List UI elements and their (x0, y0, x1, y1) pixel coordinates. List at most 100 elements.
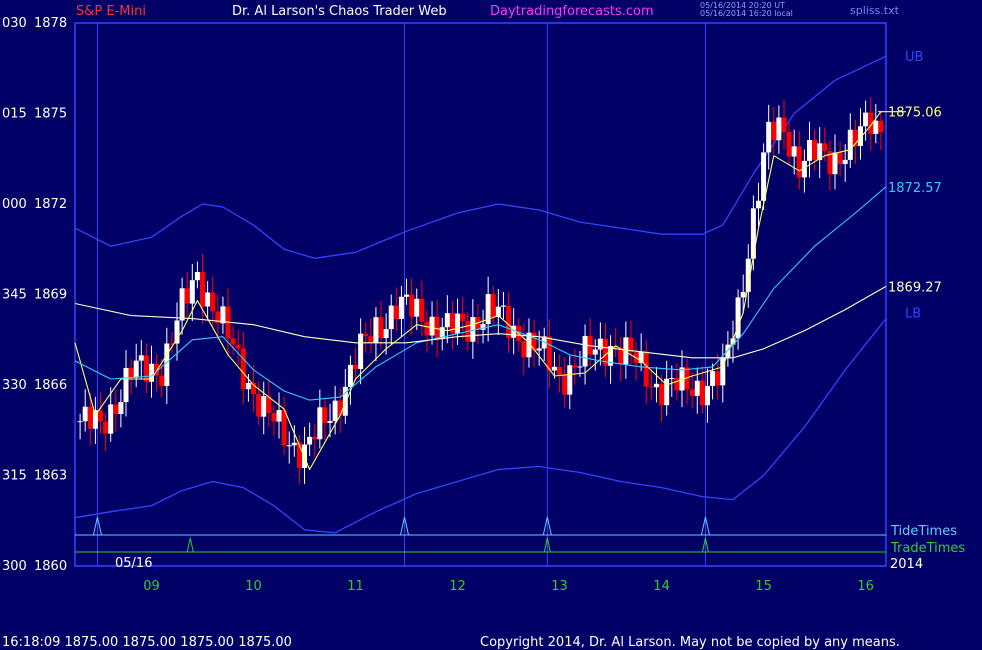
candle-body (276, 410, 282, 422)
candle-body (669, 377, 675, 379)
candle-body (674, 377, 680, 391)
x-tick-label: 11 (347, 579, 364, 594)
plot-frame (74, 22, 887, 567)
candle-body (806, 139, 812, 161)
candle-body (82, 406, 88, 422)
trade-times-label: TradeTimes (890, 541, 965, 556)
candle-body (771, 121, 777, 141)
candle-body (133, 360, 139, 378)
y-tick-right-label: 1872 (34, 197, 67, 212)
candle-body (363, 333, 369, 337)
candle-body (281, 410, 287, 446)
copyright: Copyright 2014, Dr. Al Larson. May not b… (480, 635, 900, 650)
candle-body (98, 410, 104, 422)
candle-body (648, 386, 654, 388)
candle-body (123, 367, 129, 403)
candle-body (659, 383, 665, 406)
candle-body (842, 159, 848, 165)
y-tick-left-label: 015 (2, 107, 27, 122)
candle-body (194, 272, 200, 281)
candle-body (409, 294, 415, 317)
candle-body (536, 348, 542, 351)
candle-body (577, 366, 583, 368)
candle-body (715, 371, 721, 386)
candle-body (307, 436, 313, 445)
y-tick-left-label: 345 (2, 288, 27, 303)
y-tick-left-label: 030 (2, 16, 27, 31)
candle-body (786, 131, 792, 157)
candle-body (358, 333, 364, 369)
candle-body (781, 117, 787, 132)
file-name: spliss.txt (850, 4, 899, 17)
x-tick-label: 10 (245, 579, 262, 594)
candle-body (184, 288, 190, 304)
candle-body (210, 292, 216, 312)
candle-body (189, 280, 195, 304)
candle-body (710, 371, 716, 386)
candle-body (393, 305, 399, 320)
candle-body (200, 272, 206, 307)
candle-body (796, 146, 802, 178)
y-tick-left-label: 330 (2, 378, 27, 393)
candle-body (414, 298, 420, 317)
candle-body (138, 355, 144, 361)
candle-body (164, 343, 170, 386)
candle-body (424, 321, 430, 336)
candle-body (551, 366, 557, 371)
candle-body (337, 400, 343, 416)
instrument-label: S&P E-Mini (76, 4, 146, 19)
candle-body (755, 200, 761, 209)
y-tick-right-label: 1878 (34, 16, 67, 31)
candle-body (597, 338, 603, 350)
candle-body (118, 402, 124, 415)
tide-times-label: TideTimes (890, 524, 957, 539)
candle-body (419, 298, 425, 322)
price-chart: 030 1878 015 1875 000 1872 345 1869 330 1866 315 18… (2, 16, 965, 594)
candle-body (643, 351, 649, 387)
candle-body (832, 152, 838, 175)
candle-body (704, 385, 710, 406)
candle-body (388, 305, 394, 330)
candle-body (878, 120, 884, 133)
candle-body (822, 143, 828, 151)
candle-body (103, 421, 109, 434)
y-tick-right-label: 1863 (34, 469, 67, 484)
candle-body (128, 367, 134, 378)
x-tick-label: 14 (653, 579, 670, 594)
candle-body (159, 375, 165, 386)
candle-body (378, 317, 384, 339)
candle-body (455, 313, 461, 334)
candle-body (108, 404, 114, 434)
candle-body (373, 317, 379, 343)
y-tick-right-label: 1860 (34, 559, 67, 574)
candle-body (470, 317, 476, 342)
x-tick-label: 16 (857, 579, 874, 594)
y-tick-right-label: 1869 (34, 288, 67, 303)
candle-body (750, 208, 756, 259)
candle-body (444, 313, 450, 328)
y-tick-right-label: 1866 (34, 378, 67, 393)
candle-body (847, 129, 853, 160)
x-tick-label: 15 (755, 579, 772, 594)
year-label: 2014 (890, 557, 923, 572)
candle-body (791, 146, 797, 157)
right-value-label: UB (905, 50, 923, 65)
candle-body (776, 117, 782, 141)
candle-body (143, 355, 149, 382)
candle-body (174, 320, 180, 344)
candle-body (261, 396, 267, 417)
candle-body (235, 344, 241, 349)
candle-body (404, 294, 410, 297)
candle-body (179, 288, 185, 321)
candle-body (113, 404, 119, 415)
y-tick-left-label: 000 (2, 197, 27, 212)
candle-body (740, 291, 746, 298)
site-link[interactable]: Daytradingforecasts.com (490, 4, 654, 19)
candle-body (557, 366, 563, 375)
x-tick-label: 12 (449, 579, 466, 594)
local-timestamp: 05/16/2014 16:20 local (700, 9, 793, 18)
candle-body (873, 120, 879, 134)
yellow-average-line (74, 111, 882, 471)
right-value-label: 1875.06 (888, 106, 942, 121)
candle-body (347, 364, 353, 387)
